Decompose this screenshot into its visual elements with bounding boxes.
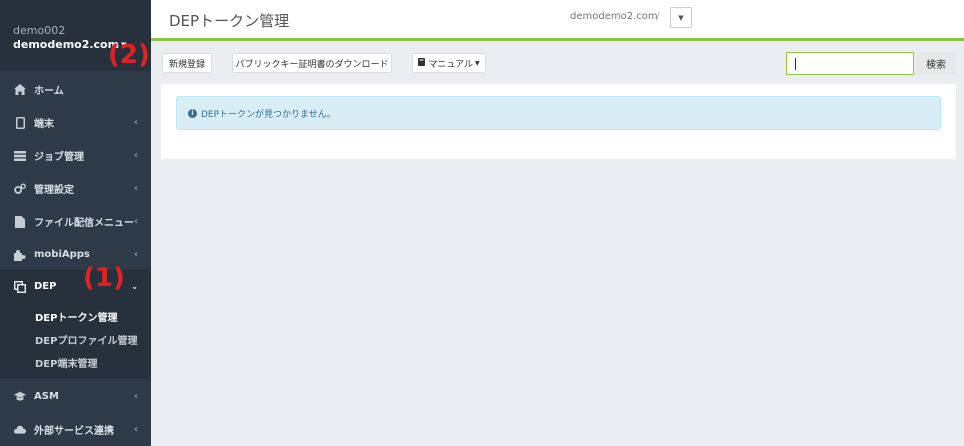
cloud-icon	[14, 425, 26, 434]
home-icon	[14, 84, 26, 95]
sidebar-item-admin-settings[interactable]: 管理設定 ‹	[0, 172, 151, 205]
annotation-marker-1: (1)	[83, 263, 125, 293]
manual-dropdown-button[interactable]: マニュアル ▼	[412, 53, 486, 73]
breadcrumb-domain: demodemo2.com	[570, 11, 658, 22]
sidebar-item-label: ホーム	[34, 86, 64, 97]
dep-submenu: DEPトークン管理 DEPプロファイル管理 DEP端末管理	[0, 302, 151, 378]
sidebar-item-external-services[interactable]: 外部サービス連携 ‹	[0, 413, 151, 446]
chevron-left-icon: ‹	[133, 249, 138, 260]
caret-down-icon: ▼	[475, 59, 480, 67]
copy-icon	[14, 280, 26, 293]
sidebar-item-home[interactable]: ホーム	[0, 73, 151, 106]
manual-label: マニュアル	[428, 59, 474, 70]
download-public-key-button[interactable]: パブリックキー証明書のダウンロード	[232, 53, 392, 73]
sidebar-item-label: 端末	[34, 119, 54, 130]
submenu-item-dep-profile[interactable]: DEPプロファイル管理	[35, 332, 137, 347]
text-cursor	[795, 58, 796, 70]
graduation-cap-icon	[14, 391, 26, 402]
sidebar-item-dep[interactable]: DEP ⌄	[0, 270, 151, 303]
sidebar-item-label: ファイル配信メニュー	[34, 218, 134, 229]
sidebar-item-label: mobiApps	[34, 249, 90, 260]
tablet-icon	[14, 116, 26, 129]
no-token-alert: i DEPトークンが見つかりません。	[176, 96, 941, 130]
submenu-item-dep-device[interactable]: DEP端末管理	[35, 355, 97, 370]
content-panel: i DEPトークンが見つかりません。	[161, 84, 956, 159]
sidebar-item-label: DEP	[34, 281, 57, 292]
chevron-left-icon: ‹	[133, 150, 138, 161]
sidebar-item-device[interactable]: 端末 ‹	[0, 106, 151, 139]
search-input[interactable]	[786, 52, 914, 75]
submenu-item-dep-token[interactable]: DEPトークン管理	[35, 309, 117, 324]
chevron-left-icon: ‹	[133, 117, 138, 128]
server-icon	[14, 150, 26, 161]
sidebar-item-label: 外部サービス連携	[34, 426, 114, 437]
chevron-left-icon: ‹	[133, 391, 138, 402]
page-title: DEPトークン管理	[169, 12, 290, 30]
caret-down-icon: ▼	[678, 13, 684, 22]
new-register-button[interactable]: 新規登録	[162, 53, 212, 73]
breadcrumb-separator: /	[656, 10, 660, 23]
gears-icon	[14, 183, 26, 195]
sidebar-item-asm[interactable]: ASM ‹	[0, 380, 151, 413]
puzzle-icon	[14, 249, 26, 261]
sidebar-item-label: 管理設定	[34, 185, 74, 196]
search-button[interactable]: 検索	[916, 52, 956, 75]
info-circle-icon: i	[188, 108, 197, 118]
chevron-down-icon: ⌄	[131, 282, 138, 291]
alert-text: DEPトークンが見つかりません。	[201, 109, 336, 120]
account-org: demo002	[13, 24, 66, 37]
chevron-left-icon: ‹	[133, 424, 138, 435]
sidebar-item-jobs[interactable]: ジョブ管理 ‹	[0, 139, 151, 172]
chevron-left-icon: ‹	[133, 183, 138, 194]
book-icon	[418, 57, 426, 69]
sidebar-item-label: ジョブ管理	[34, 152, 84, 163]
top-header: DEPトークン管理 demodemo2.com / ▼	[151, 0, 964, 41]
annotation-marker-2: (2)	[108, 40, 150, 70]
sidebar-item-mobiapps[interactable]: mobiApps ‹	[0, 238, 151, 271]
sidebar-item-file-distribution[interactable]: ファイル配信メニュー ‹	[0, 205, 151, 238]
domain-dropdown-button[interactable]: ▼	[670, 7, 692, 28]
account-user-label: demodemo2.com	[13, 38, 120, 51]
chevron-left-icon: ‹	[133, 216, 138, 227]
sidebar-item-label: ASM	[34, 391, 59, 402]
file-icon	[14, 215, 26, 228]
